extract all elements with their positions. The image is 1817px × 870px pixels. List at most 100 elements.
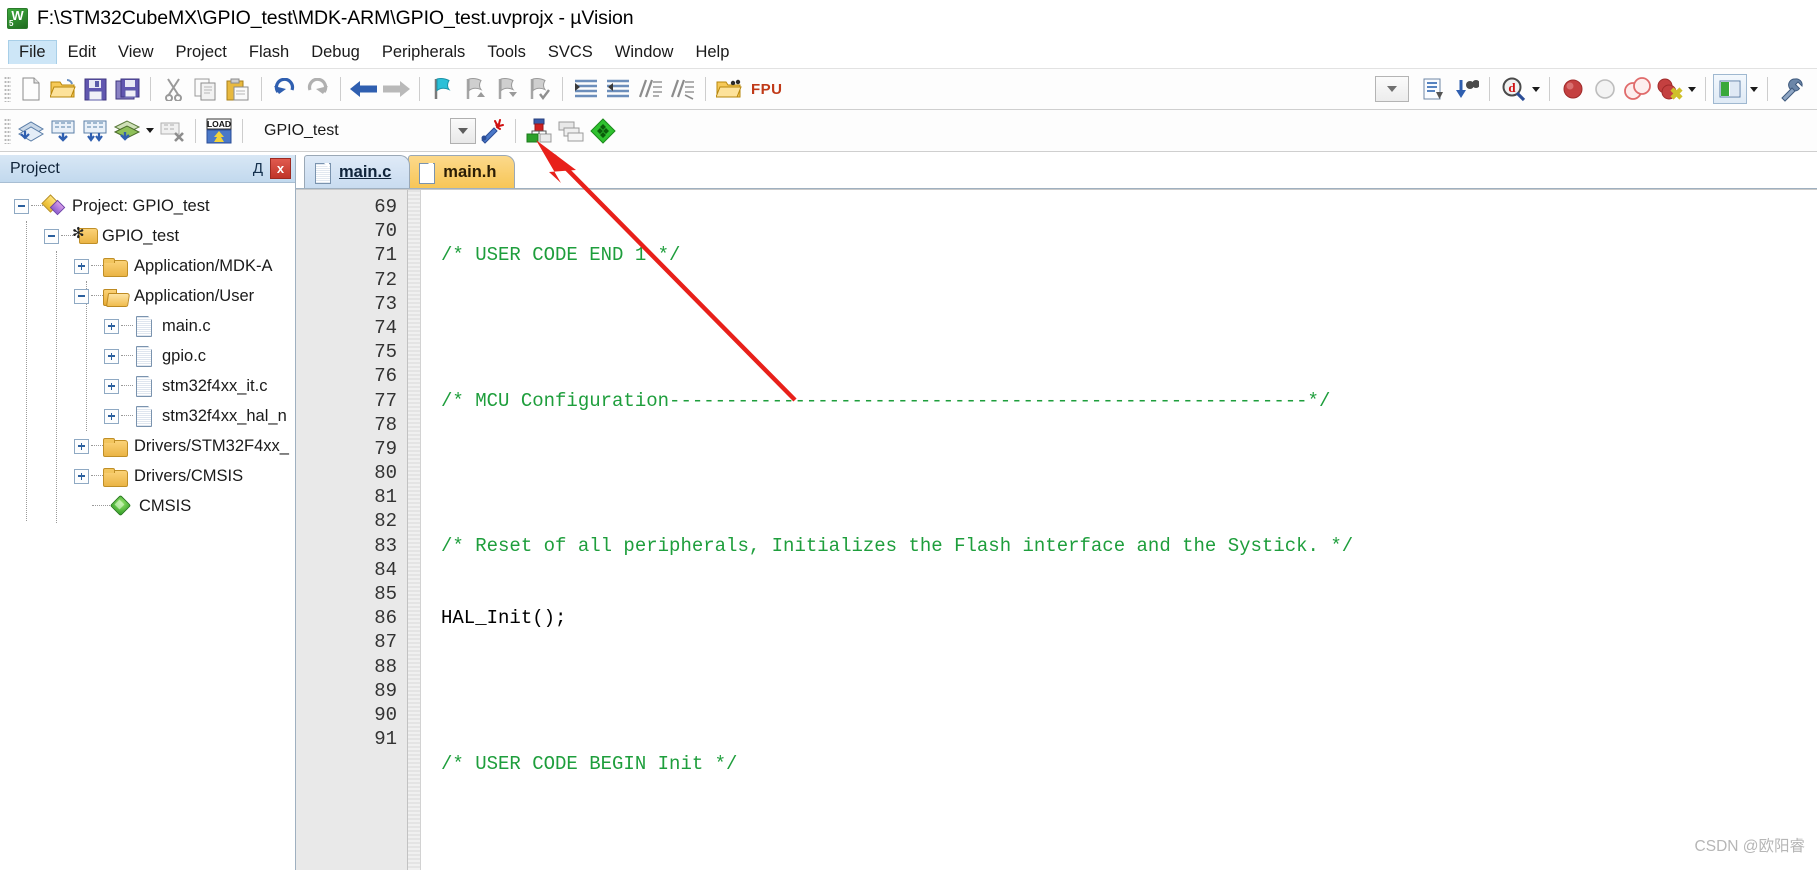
- tree-item-application-user[interactable]: Application/User: [0, 281, 295, 311]
- download-load-icon[interactable]: LOAD: [203, 115, 235, 147]
- pin-icon[interactable]: Д: [249, 159, 267, 179]
- line-number: 83: [374, 534, 397, 557]
- configuration-wrench-icon[interactable]: [1775, 73, 1807, 105]
- new-file-icon[interactable]: [15, 73, 47, 105]
- expander-plus-icon[interactable]: [74, 258, 89, 274]
- tree-item-target[interactable]: GPIO_test: [0, 221, 295, 251]
- menu-window[interactable]: Window: [604, 40, 685, 65]
- kill-all-breakpoints-icon[interactable]: [1621, 73, 1653, 105]
- undo-icon[interactable]: [269, 73, 301, 105]
- rebuild-all-icon[interactable]: [79, 115, 111, 147]
- tree-item-main-c[interactable]: main.c: [0, 311, 295, 341]
- tab-main-c[interactable]: main.c: [304, 155, 411, 188]
- menu-flash[interactable]: Flash: [238, 40, 300, 65]
- insert-breakpoint-icon[interactable]: [1557, 73, 1589, 105]
- editor-marker-strip[interactable]: [408, 190, 421, 870]
- toolbar-separator: [705, 77, 706, 101]
- pack-installer-icon[interactable]: [587, 115, 619, 147]
- menu-svcs[interactable]: SVCS: [537, 40, 604, 65]
- window-layout-caret-icon[interactable]: [1747, 73, 1760, 105]
- indent-left-icon[interactable]: [602, 73, 634, 105]
- expander-minus-icon[interactable]: [74, 288, 89, 304]
- target-selector[interactable]: GPIO_test: [250, 117, 476, 145]
- menu-tools[interactable]: Tools: [476, 40, 537, 65]
- tree-item-project-root[interactable]: Project: GPIO_test: [0, 191, 295, 221]
- toolbar-grip[interactable]: [4, 76, 11, 102]
- dropdown-box-icon[interactable]: [1375, 76, 1409, 102]
- translate-icon[interactable]: [15, 115, 47, 147]
- paste-icon[interactable]: [222, 73, 254, 105]
- stop-build-icon[interactable]: [156, 115, 188, 147]
- tree-item-label: gpio.c: [162, 346, 207, 365]
- line-number: 79: [374, 437, 397, 460]
- expander-plus-icon[interactable]: [104, 408, 119, 424]
- close-icon[interactable]: x: [270, 158, 291, 179]
- cut-icon[interactable]: [158, 73, 190, 105]
- window-title: F:\STM32CubeMX\GPIO_test\MDK-ARM\GPIO_te…: [37, 6, 634, 29]
- next-bookmark-icon[interactable]: [491, 73, 523, 105]
- tab-main-h[interactable]: main.h: [408, 155, 516, 188]
- window-layout-icon[interactable]: [1713, 74, 1747, 104]
- expander-plus-icon[interactable]: [104, 318, 119, 334]
- project-pane: Project Д x Project: GPIO_test ✻ GPIO_te…: [0, 155, 296, 870]
- manage-multi-project-icon[interactable]: [555, 115, 587, 147]
- clear-bookmarks-icon[interactable]: [523, 73, 555, 105]
- tree-item-stm32f4xx-it-c[interactable]: stm32f4xx_it.c: [0, 371, 295, 401]
- manage-project-items-icon[interactable]: [523, 115, 555, 147]
- comment-lines-icon[interactable]: [634, 73, 666, 105]
- expander-plus-icon[interactable]: [104, 348, 119, 364]
- tree-item-application-mdk[interactable]: Application/MDK-A: [0, 251, 295, 281]
- c-file-icon: [315, 162, 331, 184]
- open-file-icon[interactable]: [47, 73, 79, 105]
- previous-bookmark-icon[interactable]: [459, 73, 491, 105]
- project-tree[interactable]: Project: GPIO_test GPIO_test Application…: [0, 183, 295, 870]
- target-dropdown-icon[interactable]: [450, 117, 476, 144]
- indent-right-icon[interactable]: [570, 73, 602, 105]
- menu-peripherals[interactable]: Peripherals: [371, 40, 476, 65]
- expander-plus-icon[interactable]: [104, 378, 119, 394]
- uncomment-lines-icon[interactable]: [666, 73, 698, 105]
- build-icon[interactable]: [47, 115, 79, 147]
- code-text[interactable]: /* USER CODE END 1 */ /* MCU Configurati…: [421, 190, 1817, 870]
- expander-minus-icon[interactable]: [14, 198, 29, 214]
- save-all-icon[interactable]: [111, 73, 143, 105]
- toggle-bookmark-icon[interactable]: [427, 73, 459, 105]
- menu-view[interactable]: View: [107, 40, 164, 65]
- build-toolbar-grip[interactable]: [4, 117, 11, 144]
- expander-plus-icon[interactable]: [74, 438, 89, 454]
- open-project-folder-icon[interactable]: [713, 73, 745, 105]
- tree-item-cmsis[interactable]: CMSIS: [0, 491, 295, 521]
- debug-dropdown-caret-icon[interactable]: [1529, 73, 1542, 105]
- line-number: 91: [374, 728, 397, 751]
- menu-debug[interactable]: Debug: [300, 40, 371, 65]
- expander-minus-icon[interactable]: [44, 228, 59, 244]
- disable-breakpoint-icon[interactable]: [1589, 73, 1621, 105]
- options-for-target-icon[interactable]: [476, 115, 508, 147]
- debug-magnifier-icon[interactable]: d: [1497, 73, 1529, 105]
- batch-build-icon[interactable]: [111, 115, 143, 147]
- expander-plus-icon[interactable]: [74, 468, 89, 484]
- menu-edit[interactable]: Edit: [57, 40, 107, 65]
- line-number: 70: [374, 220, 397, 243]
- breakpoints-dropdown-caret-icon[interactable]: [1685, 73, 1698, 105]
- tree-item-gpio-c[interactable]: gpio.c: [0, 341, 295, 371]
- code-editor[interactable]: 69 70 71 72 73 74 75 76 77 78 79 80 81 8…: [296, 189, 1817, 870]
- tree-item-drivers-stm32f4xx[interactable]: Drivers/STM32F4xx_: [0, 431, 295, 461]
- tree-item-drivers-cmsis[interactable]: Drivers/CMSIS: [0, 461, 295, 491]
- find-in-files-icon[interactable]: [1450, 73, 1482, 105]
- disable-all-breakpoints-icon[interactable]: [1653, 73, 1685, 105]
- menu-help[interactable]: Help: [684, 40, 740, 65]
- navigate-back-icon[interactable]: [348, 73, 380, 105]
- save-icon[interactable]: [79, 73, 111, 105]
- line-number: 90: [374, 703, 397, 726]
- insert-file-icon[interactable]: [1418, 73, 1450, 105]
- menu-project[interactable]: Project: [165, 40, 238, 65]
- copy-icon[interactable]: [190, 73, 222, 105]
- navigate-forward-icon[interactable]: [380, 73, 412, 105]
- tree-item-stm32f4xx-hal-msp-c[interactable]: stm32f4xx_hal_n: [0, 401, 295, 431]
- line-number: 72: [374, 268, 397, 291]
- batch-build-caret-icon[interactable]: [143, 115, 156, 147]
- redo-icon[interactable]: [301, 73, 333, 105]
- menu-file[interactable]: File: [8, 40, 57, 64]
